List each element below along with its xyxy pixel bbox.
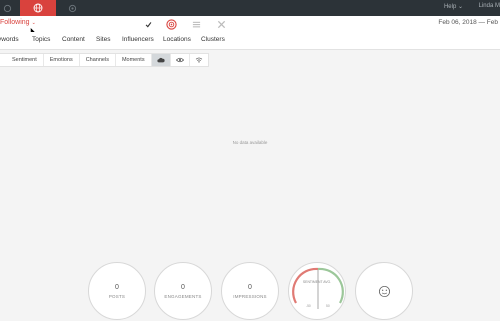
filter-group: Sentiment Emotions Channels Moments xyxy=(0,53,209,67)
section-tabs: ywords Topics Content Sites Influencers … xyxy=(0,32,500,50)
impressions-value: 0 xyxy=(248,284,252,291)
user-menu[interactable]: Linda M xyxy=(479,3,500,9)
page-header: Following ⌄ Feb 06, 2018 — Feb xyxy=(0,16,500,36)
eye-icon xyxy=(175,57,184,63)
date-range[interactable]: Feb 06, 2018 — Feb xyxy=(438,19,498,26)
eye-view-button[interactable] xyxy=(169,54,189,66)
network-icon[interactable] xyxy=(62,0,82,16)
tab-locations[interactable]: Locations xyxy=(163,36,191,43)
tab-keywords[interactable]: ywords xyxy=(0,36,19,43)
help-menu[interactable]: Help ⌄ xyxy=(444,3,463,10)
tab-topics[interactable]: Topics xyxy=(32,36,50,43)
engagements-value: 0 xyxy=(181,284,185,291)
cloud-icon xyxy=(156,57,165,63)
tab-sites[interactable]: Sites xyxy=(96,36,110,43)
sentiment-filter-button[interactable]: Sentiment xyxy=(0,54,43,66)
posts-metric[interactable]: 0 POSTS xyxy=(88,262,146,320)
smiley-face-icon xyxy=(378,285,391,298)
emotions-filter-button[interactable]: Emotions xyxy=(42,54,79,66)
tab-clusters[interactable]: Clusters xyxy=(201,36,225,43)
wifi-icon xyxy=(195,57,202,63)
emotion-metric[interactable] xyxy=(355,262,413,320)
impressions-label: IMPRESSIONS xyxy=(233,294,267,299)
top-navigation-bar: Help ⌄ Linda M xyxy=(0,0,500,16)
sentiment-label: SENTIMENT AVG. xyxy=(302,280,332,284)
wifi-view-button[interactable] xyxy=(188,54,208,66)
tab-content[interactable]: Content xyxy=(62,36,85,43)
empty-state-message: No data available xyxy=(232,140,268,145)
chevron-down-icon: ⌄ xyxy=(457,4,463,10)
gauge-low-label: -50 xyxy=(306,304,311,308)
posts-label: POSTS xyxy=(108,294,126,299)
gauge-arc xyxy=(292,267,344,309)
filter-bar: Sentiment Emotions Channels Moments xyxy=(0,50,500,68)
gauge-high-label: 50 xyxy=(326,304,330,308)
channels-filter-button[interactable]: Channels xyxy=(78,54,115,66)
app-logo-icon[interactable] xyxy=(0,0,14,16)
tab-influencers[interactable]: Influencers xyxy=(122,36,154,43)
help-label: Help xyxy=(443,4,457,10)
target-icon[interactable] xyxy=(165,18,177,30)
sentiment-gauge[interactable]: SENTIMENT AVG. -50 50 xyxy=(288,262,346,320)
engagements-label: ENGAGEMENTS xyxy=(164,294,202,299)
tools-icon[interactable] xyxy=(215,18,227,30)
cloud-view-button[interactable] xyxy=(150,54,170,66)
moments-filter-button[interactable]: Moments xyxy=(114,54,151,66)
checkmark-icon[interactable] xyxy=(142,18,154,30)
page-title: Following xyxy=(0,19,30,26)
globe-icon[interactable] xyxy=(20,0,56,16)
list-icon[interactable] xyxy=(190,18,202,30)
posts-value: 0 xyxy=(115,284,119,291)
engagements-metric[interactable]: 0 ENGAGEMENTS xyxy=(154,262,212,320)
impressions-metric[interactable]: 0 IMPRESSIONS xyxy=(221,262,279,320)
